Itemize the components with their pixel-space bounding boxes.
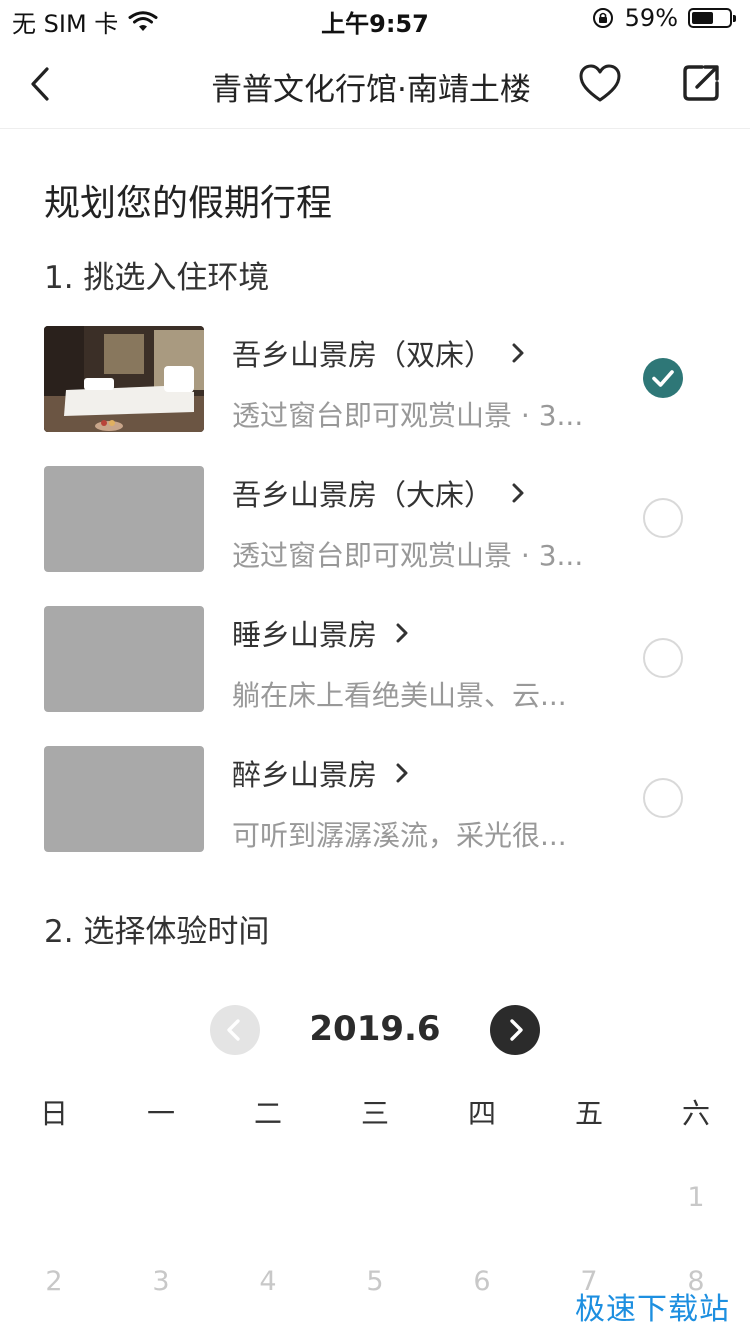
chevron-right-icon bbox=[396, 623, 408, 643]
calendar-day: 2 bbox=[45, 1266, 63, 1297]
weekday-label: 一 bbox=[146, 1097, 175, 1130]
calendar-day: 3 bbox=[152, 1266, 170, 1297]
room-description: 可听到潺潺溪流，采光很... bbox=[232, 819, 567, 852]
page-title: 青普文化行馆·南靖土楼 bbox=[211, 72, 531, 108]
heart-icon[interactable] bbox=[577, 62, 623, 106]
room-radio[interactable] bbox=[643, 778, 683, 818]
room-name-link[interactable]: 吾乡山景房（大床） bbox=[232, 472, 525, 514]
calendar-day: 6 bbox=[473, 1266, 491, 1297]
weekday-label: 日 bbox=[39, 1097, 68, 1130]
battery-percent: 59% bbox=[624, 4, 678, 32]
room-radio-selected[interactable] bbox=[643, 358, 683, 398]
room-photo bbox=[44, 326, 204, 432]
room-name-link[interactable]: 睡乡山景房 bbox=[232, 612, 409, 654]
chevron-right-icon bbox=[510, 1019, 523, 1041]
weekday-label: 五 bbox=[574, 1097, 603, 1130]
battery-level-fill bbox=[692, 12, 713, 24]
calendar-header: 2019.6 bbox=[0, 1005, 750, 1057]
bedroom-photo-image bbox=[44, 326, 204, 432]
step2-title: 2. 选择体验时间 bbox=[44, 914, 270, 950]
room-name-link[interactable]: 醉乡山景房 bbox=[232, 752, 409, 794]
chevron-right-icon bbox=[396, 763, 408, 783]
room-photo-placeholder bbox=[44, 746, 204, 852]
room-name-link[interactable]: 吾乡山景房（双床） bbox=[232, 332, 525, 374]
battery-cap bbox=[733, 15, 736, 22]
navigation-bar: 青普文化行馆·南靖土楼 bbox=[0, 40, 750, 129]
calendar-month: 2019.6 bbox=[309, 1009, 441, 1049]
room-photo-placeholder bbox=[44, 606, 204, 712]
share-icon[interactable] bbox=[680, 62, 722, 104]
battery-icon bbox=[688, 8, 736, 28]
status-bar: 无 SIM 卡 上午9:57 59% bbox=[0, 0, 750, 40]
orientation-lock-icon bbox=[592, 8, 613, 28]
room-item[interactable]: 睡乡山景房 躺在床上看绝美山景、云... bbox=[0, 606, 750, 712]
room-description: 透过窗台即可观赏山景 · 3... bbox=[232, 399, 584, 432]
room-photo-placeholder bbox=[44, 466, 204, 572]
checkmark-icon bbox=[652, 370, 674, 387]
next-month-button[interactable] bbox=[490, 1005, 540, 1055]
room-radio[interactable] bbox=[643, 638, 683, 678]
room-description: 透过窗台即可观赏山景 · 3... bbox=[232, 539, 584, 572]
room-item[interactable]: 吾乡山景房（大床） 透过窗台即可观赏山景 · 3... bbox=[0, 466, 750, 572]
watermark: 极速下载站 bbox=[575, 1292, 730, 1327]
weekday-label: 三 bbox=[360, 1097, 389, 1130]
chevron-right-icon bbox=[512, 343, 524, 363]
calendar-day: 4 bbox=[259, 1266, 277, 1297]
calendar-day: 5 bbox=[366, 1266, 384, 1297]
room-item[interactable]: 醉乡山景房 可听到潺潺溪流，采光很... bbox=[0, 746, 750, 852]
room-radio[interactable] bbox=[643, 498, 683, 538]
chevron-right-icon bbox=[512, 483, 524, 503]
calendar-day: 1 bbox=[687, 1182, 705, 1213]
room-name: 吾乡山景房（大床） bbox=[232, 478, 494, 512]
weekday-label: 四 bbox=[467, 1097, 496, 1130]
room-item[interactable]: 吾乡山景房（双床） 透过窗台即可观赏山景 · 3... bbox=[0, 326, 750, 432]
room-name: 睡乡山景房 bbox=[232, 618, 378, 652]
weekday-label: 六 bbox=[681, 1097, 710, 1130]
step1-title: 1. 挑选入住环境 bbox=[44, 260, 270, 296]
room-name: 吾乡山景房（双床） bbox=[232, 338, 494, 372]
room-description: 躺在床上看绝美山景、云... bbox=[232, 679, 567, 712]
section-title: 规划您的假期行程 bbox=[44, 183, 333, 224]
status-right: 59% bbox=[591, 4, 736, 32]
weekday-label: 二 bbox=[253, 1097, 282, 1130]
room-name: 醉乡山景房 bbox=[232, 758, 378, 792]
